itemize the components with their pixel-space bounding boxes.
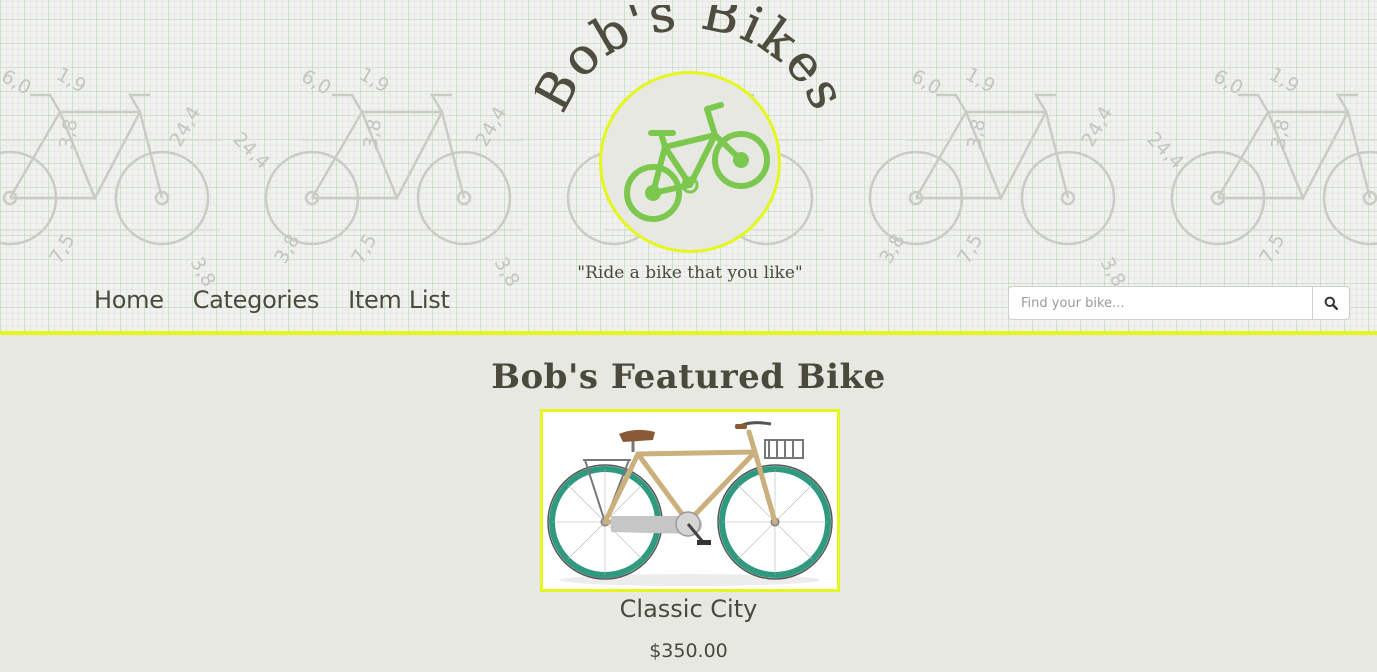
- pattern-label: 24,4: [165, 103, 205, 151]
- site-logo[interactable]: Bob's Bikes "Ride a bike that you like": [535, 5, 845, 295]
- pattern-label: 7,5: [953, 230, 987, 267]
- search-button[interactable]: [1312, 286, 1350, 320]
- pattern-label: 1,9: [962, 63, 999, 97]
- pattern-label: 1,9: [1266, 63, 1303, 97]
- main-content: Bob's Featured Bike Classic City $350.00: [0, 335, 1377, 672]
- pattern-label: 6,0: [298, 65, 335, 99]
- pattern-label: 7,5: [45, 230, 79, 267]
- featured-bike-name[interactable]: Classic City: [0, 595, 1377, 623]
- site-header: 6,0 1,9 6,0 1,9 6,0 1,9 6,0 1,9 3,8 3,8 …: [0, 0, 1377, 332]
- pattern-label: 1,9: [53, 63, 90, 97]
- logo-graphic: Bob's Bikes: [535, 5, 845, 222]
- featured-bike-price: $350.00: [649, 640, 728, 662]
- search-group: [1008, 286, 1350, 320]
- tagline: "Ride a bike that you like": [577, 263, 803, 283]
- pattern-label: 24,4: [228, 128, 273, 173]
- pattern-label: 3,8: [55, 117, 82, 151]
- pattern-label: 7,5: [1255, 230, 1289, 267]
- pattern-label: 1,9: [356, 63, 393, 97]
- pattern-label: 3,8: [490, 254, 524, 291]
- main-nav: Home Categories Item List: [94, 286, 450, 314]
- nav-home-link[interactable]: Home: [94, 286, 164, 314]
- svg-text:Bob's Bikes: Bob's Bikes: [535, 5, 845, 120]
- pattern-label: 24,4: [1077, 103, 1117, 151]
- pattern-label: 3,8: [1267, 117, 1294, 151]
- featured-heading: Bob's Featured Bike: [491, 357, 886, 397]
- logo-bicycle-icon: [624, 102, 770, 222]
- pattern-label: 3,8: [875, 230, 909, 267]
- nav-item-list-link[interactable]: Item List: [348, 286, 450, 314]
- search-icon: [1324, 296, 1338, 310]
- search-input[interactable]: [1008, 286, 1312, 320]
- pattern-label: 3,8: [963, 117, 990, 151]
- pattern-label: 24,4: [471, 103, 511, 151]
- nav-categories-link[interactable]: Categories: [193, 286, 320, 314]
- bike-photo: [543, 412, 837, 589]
- pattern-label: 6,0: [0, 65, 35, 99]
- logo-text: Bob's Bikes: [535, 5, 845, 121]
- featured-bike-image[interactable]: [540, 409, 840, 592]
- pattern-label: 3,8: [359, 117, 386, 151]
- pattern-label: 3,8: [270, 230, 304, 267]
- pattern-label: 24,4: [1142, 128, 1187, 173]
- pattern-label: 7,5: [347, 230, 381, 267]
